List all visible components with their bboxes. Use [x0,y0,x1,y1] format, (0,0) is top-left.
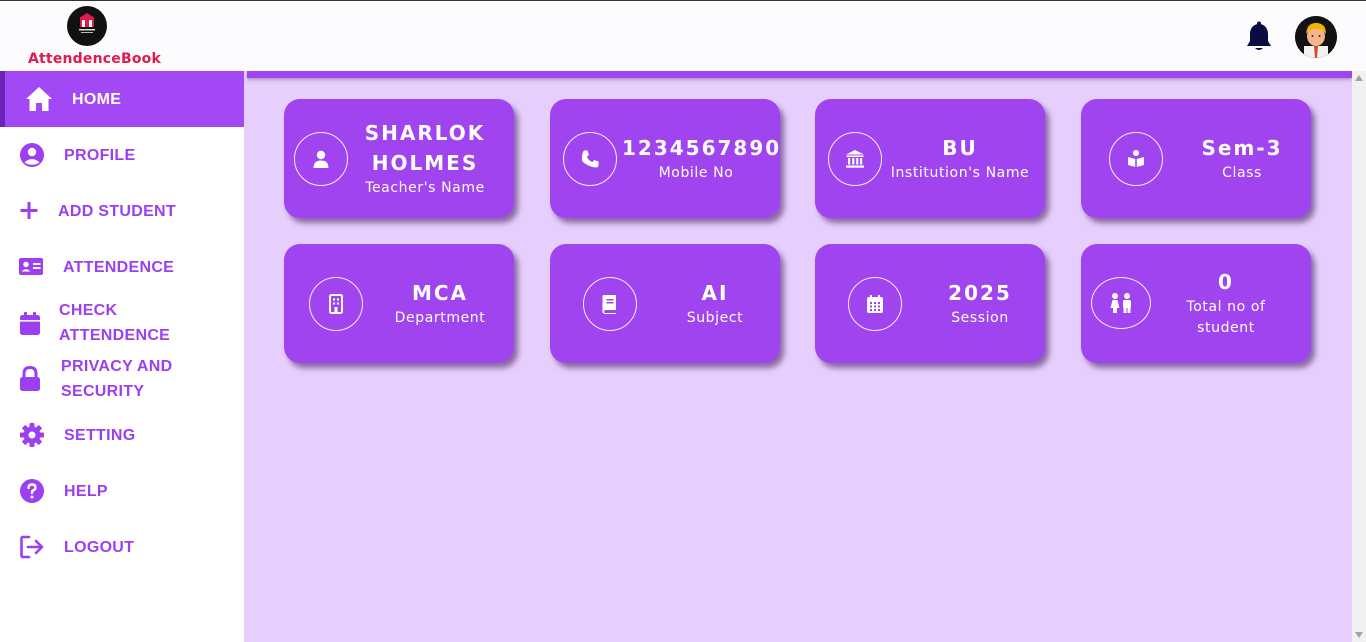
institution-value: BU [942,136,978,160]
card-text: AI Subject [660,278,770,329]
content-header-strip [247,71,1352,78]
book-icon [583,277,637,331]
department-value: MCA [411,281,469,305]
sidebar-item-setting[interactable]: SETTING [0,407,244,463]
sidebar-item-label: CHECK ATTENDENCE [59,302,171,344]
sidebar-item-home[interactable]: HOME [0,71,244,127]
app-title: AttendenceBook [28,51,161,67]
card-text: Sem-3 Class [1181,133,1303,184]
top-bar: AttendenceBook [0,0,1366,72]
sidebar-item-label: HELP [64,483,108,500]
main-content: SHARLOK HOLMES Teacher's Name 1234567890… [244,71,1352,642]
sidebar-item-label: PROFILE [64,147,136,164]
card-text: SHARLOK HOLMES Teacher's Name [350,118,500,199]
user-circle-icon [19,142,45,168]
sidebar-item-logout[interactable]: LOGOUT [0,519,244,575]
sidebar-item-help[interactable]: HELP [0,463,244,519]
subject-value: AI [701,281,729,305]
teacher-name-card[interactable]: SHARLOK HOLMES Teacher's Name [284,99,514,218]
subject-label: Subject [686,310,744,326]
user-avatar[interactable] [1295,16,1337,58]
plus-icon [16,198,42,224]
department-label: Department [394,310,486,326]
sidebar-item-attendence[interactable]: ATTENDENCE [0,239,244,295]
subject-card[interactable]: AI Subject [550,244,780,363]
question-icon [19,478,45,504]
class-card[interactable]: Sem-3 Class [1081,99,1311,218]
children-icon [1091,277,1151,329]
teacher-name-value: SHARLOK HOLMES [364,121,486,175]
scroll-down-arrow-icon[interactable] [1354,630,1364,640]
sidebar-item-label: ATTENDENCE [63,259,175,276]
sidebar-item-label: SETTING [64,427,136,444]
sidebar-item-profile[interactable]: PROFILE [0,127,244,183]
sidebar-item-label: PRIVACY AND SECURITY [61,358,173,400]
sidebar-item-check-attendence[interactable]: CHECK ATTENDENCE [0,295,244,351]
class-value: Sem-3 [1201,136,1283,160]
sidebar-item-label: ADD STUDENT [58,203,176,220]
mobile-no-value: 1234567890 [622,136,782,160]
sidebar-item-label: LOGOUT [64,539,135,556]
scroll-up-arrow-icon[interactable] [1354,73,1364,83]
vertical-scrollbar[interactable] [1352,71,1366,642]
lock-icon [17,365,43,392]
user-icon [294,132,348,186]
total-students-label: Total no of student [1186,299,1266,336]
phone-icon [563,132,617,186]
department-card[interactable]: MCA Department [284,244,514,363]
session-label: Session [951,310,1009,326]
institution-card[interactable]: BU Institution's Name [815,99,1045,218]
book-reader-icon [1109,132,1163,186]
mobile-no-label: Mobile No [658,165,734,181]
session-card[interactable]: 2025 Session [815,244,1045,363]
app-logo[interactable]: AttendenceBook [24,5,164,67]
card-text: MCA Department [384,278,496,329]
building-icon [309,277,363,331]
institution-label: Institution's Name [890,165,1030,181]
teacher-name-label: Teacher's Name [365,180,485,196]
bell-icon[interactable] [1244,21,1274,53]
home-icon [25,86,53,112]
calendar-icon [17,311,43,337]
gear-icon [19,422,45,448]
logout-icon [19,534,45,560]
bank-icon [828,132,882,186]
session-value: 2025 [948,281,1012,305]
sidebar-item-add-student[interactable]: ADD STUDENT [0,183,244,239]
class-label: Class [1222,165,1262,181]
sidebar: HOME PROFILE ADD STUDENT ATTENDENCE CHEC… [0,71,244,642]
card-text: 2025 Session [927,278,1033,329]
logo-icon [67,6,107,46]
sidebar-item-label: HOME [72,91,122,108]
card-text: 0 Total no of student [1167,267,1285,339]
id-card-icon [18,254,44,280]
total-students-value: 0 [1218,270,1234,294]
total-students-card[interactable]: 0 Total no of student [1081,244,1311,363]
card-text: BU Institution's Name [885,133,1035,184]
card-text: 1234567890 Mobile No [622,133,782,184]
mobile-no-card[interactable]: 1234567890 Mobile No [550,99,780,218]
calendar-icon [848,277,902,331]
sidebar-item-privacy-security[interactable]: PRIVACY AND SECURITY [0,351,244,407]
